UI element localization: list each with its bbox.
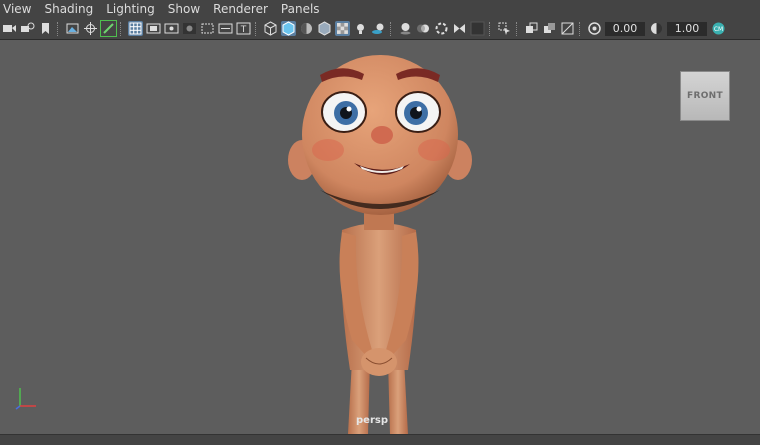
smooth-shade-icon[interactable] <box>280 21 296 36</box>
exposure-icon[interactable] <box>587 21 602 36</box>
toolbar-separator <box>390 21 393 36</box>
camera-attributes-icon[interactable] <box>20 21 35 36</box>
exposure-field[interactable] <box>605 21 645 36</box>
menu-panels[interactable]: Panels <box>277 0 329 18</box>
view-cube-front[interactable]: FRONT <box>680 71 730 121</box>
grease-pencil-icon[interactable] <box>99 20 117 37</box>
xray-active-icon[interactable] <box>542 21 557 36</box>
toolbar-separator <box>57 21 60 36</box>
menu-shading[interactable]: Shading <box>40 0 102 18</box>
xray-icon[interactable] <box>334 21 350 36</box>
toolbar-separator <box>255 21 258 36</box>
camera-name-label: persp <box>356 415 388 426</box>
viewport-menubar: View Shading Lighting Show Renderer Pane… <box>0 0 760 18</box>
gamma-field[interactable] <box>667 21 707 36</box>
image-plane-icon[interactable] <box>65 21 80 36</box>
xray-joints-icon[interactable] <box>524 21 539 36</box>
color-management-icon[interactable]: CM <box>711 21 726 36</box>
menu-renderer[interactable]: Renderer <box>209 0 277 18</box>
gamma-icon[interactable] <box>649 21 664 36</box>
safe-title-icon[interactable]: T <box>236 21 251 36</box>
wireframe-icon[interactable] <box>263 21 278 36</box>
anti-aliasing-icon[interactable] <box>434 21 449 36</box>
screen-space-ao-icon[interactable] <box>398 21 413 36</box>
safe-action-icon[interactable] <box>218 21 233 36</box>
toolbar-separator <box>120 21 123 36</box>
field-chart-icon[interactable] <box>200 21 215 36</box>
depth-of-field-icon[interactable] <box>452 21 467 36</box>
viewport-toolbar: T CM <box>0 18 760 40</box>
cartoon-boy-character[interactable] <box>280 40 480 434</box>
menu-show[interactable]: Show <box>164 0 209 18</box>
isolate-select-icon[interactable] <box>497 21 512 36</box>
camera-select-icon[interactable] <box>2 21 17 36</box>
film-gate-icon[interactable] <box>146 21 161 36</box>
backface-culling-icon[interactable] <box>560 21 575 36</box>
toolbar-separator <box>516 21 519 36</box>
wireframe-on-shaded-icon[interactable] <box>299 21 314 36</box>
menu-lighting[interactable]: Lighting <box>102 0 164 18</box>
viewport-bottom-border <box>0 434 760 445</box>
toolbar-separator <box>579 21 582 36</box>
shadows-icon[interactable] <box>371 21 386 36</box>
resolution-gate-icon[interactable] <box>164 21 179 36</box>
use-lights-icon[interactable] <box>353 21 368 36</box>
gate-mask-icon[interactable] <box>182 21 197 36</box>
motion-blur-icon[interactable] <box>416 21 431 36</box>
axis-indicator-icon <box>15 388 36 410</box>
toolbar-separator <box>489 21 492 36</box>
bookmark-icon[interactable] <box>38 21 53 36</box>
svg-text:CM: CM <box>713 26 722 33</box>
2d-pan-zoom-icon[interactable] <box>83 21 98 36</box>
svg-text:T: T <box>239 25 246 35</box>
default-material-icon[interactable] <box>317 21 332 36</box>
grid-icon[interactable] <box>127 21 143 36</box>
hud-toggle-icon[interactable] <box>470 21 485 36</box>
menu-view[interactable]: View <box>0 0 40 18</box>
